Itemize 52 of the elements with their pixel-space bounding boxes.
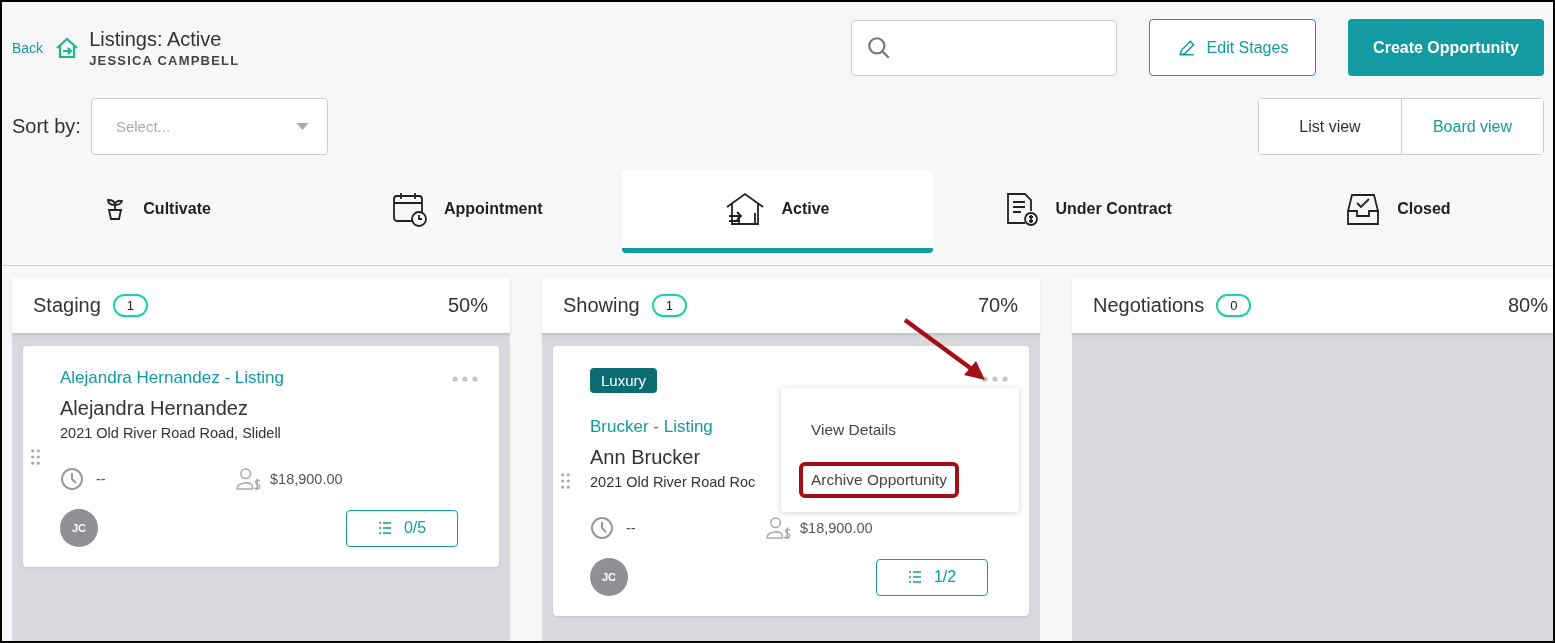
menu-item[interactable]: View Details: [799, 412, 908, 448]
column-percent: 50%: [447, 294, 488, 317]
clock-icon: [60, 467, 84, 491]
page-subtitle: JESSICA CAMPBELL: [89, 52, 240, 68]
address: 2021 Old River Road Road, Slidell: [60, 425, 281, 441]
list-icon: [377, 522, 392, 534]
amount-value: $18,900.00: [270, 471, 343, 487]
count-badge: 1: [112, 294, 149, 317]
calendar-clock-icon: [391, 191, 428, 227]
person-dollar-icon: [236, 468, 262, 490]
contact-name: Ann Brucker: [590, 446, 701, 469]
column-title: Staging: [33, 294, 101, 317]
stage-tab[interactable]: Cultivate: [2, 170, 313, 253]
contact-name: Alejandra Hernandez: [60, 397, 248, 420]
opportunity-card[interactable]: Luxury Brucker - Listing Ann Brucker 2021 Old River Road Roc -- $18,900.00 JC 1/2 View Details Archive Opportunity: [553, 346, 1029, 616]
stage-tab[interactable]: Under Contract: [932, 170, 1243, 253]
count-badge: 0: [1216, 294, 1252, 317]
address: 2021 Old River Road Roc: [590, 474, 756, 490]
more-icon[interactable]: [982, 376, 1008, 382]
inbox-check-icon: [1345, 191, 1382, 227]
owner-avatar: JC: [60, 509, 98, 547]
search-field[interactable]: [851, 19, 1117, 76]
column-title: Negotiations: [1093, 294, 1205, 317]
list-icon: [907, 571, 922, 583]
edit-stages-button[interactable]: Edit Stages: [1149, 19, 1316, 76]
view-toggle-button[interactable]: Board view: [1401, 99, 1543, 154]
count-badge: 1: [651, 294, 687, 317]
column-percent: 70%: [977, 294, 1018, 317]
page-title: Listings: Active: [89, 27, 223, 51]
date-value: --: [626, 520, 636, 536]
column-title: Showing: [563, 294, 640, 317]
pencil-icon: [1176, 37, 1197, 58]
search-icon: [866, 34, 892, 61]
caret-icon: [295, 122, 309, 131]
opportunity-card[interactable]: Alejandra Hernandez - Listing Alejandra Hernandez 2021 Old River Road Road, Slidell -- $18,900.00 JC 0/5: [23, 346, 499, 567]
opportunity-link[interactable]: Brucker - Listing: [590, 417, 713, 437]
house-arrow-icon: [725, 191, 766, 227]
stage-tab[interactable]: Closed: [1242, 170, 1553, 253]
stage-tab[interactable]: Appointment: [312, 170, 623, 253]
person-dollar-icon: [766, 517, 792, 539]
column-percent: 80%: [1507, 294, 1548, 317]
drag-handle-icon[interactable]: [31, 448, 40, 465]
owner-avatar: JC: [590, 558, 628, 596]
sort-label: Sort by:: [12, 115, 81, 138]
menu-item[interactable]: Archive Opportunity: [799, 462, 960, 498]
date-value: --: [96, 471, 106, 487]
drag-handle-icon[interactable]: [561, 473, 570, 489]
clock-icon: [590, 516, 614, 540]
tag: Luxury: [590, 368, 658, 393]
amount-value: $18,900.00: [800, 520, 873, 536]
house-arrow-icon: [55, 35, 80, 60]
stage-tab[interactable]: Active: [622, 170, 933, 253]
